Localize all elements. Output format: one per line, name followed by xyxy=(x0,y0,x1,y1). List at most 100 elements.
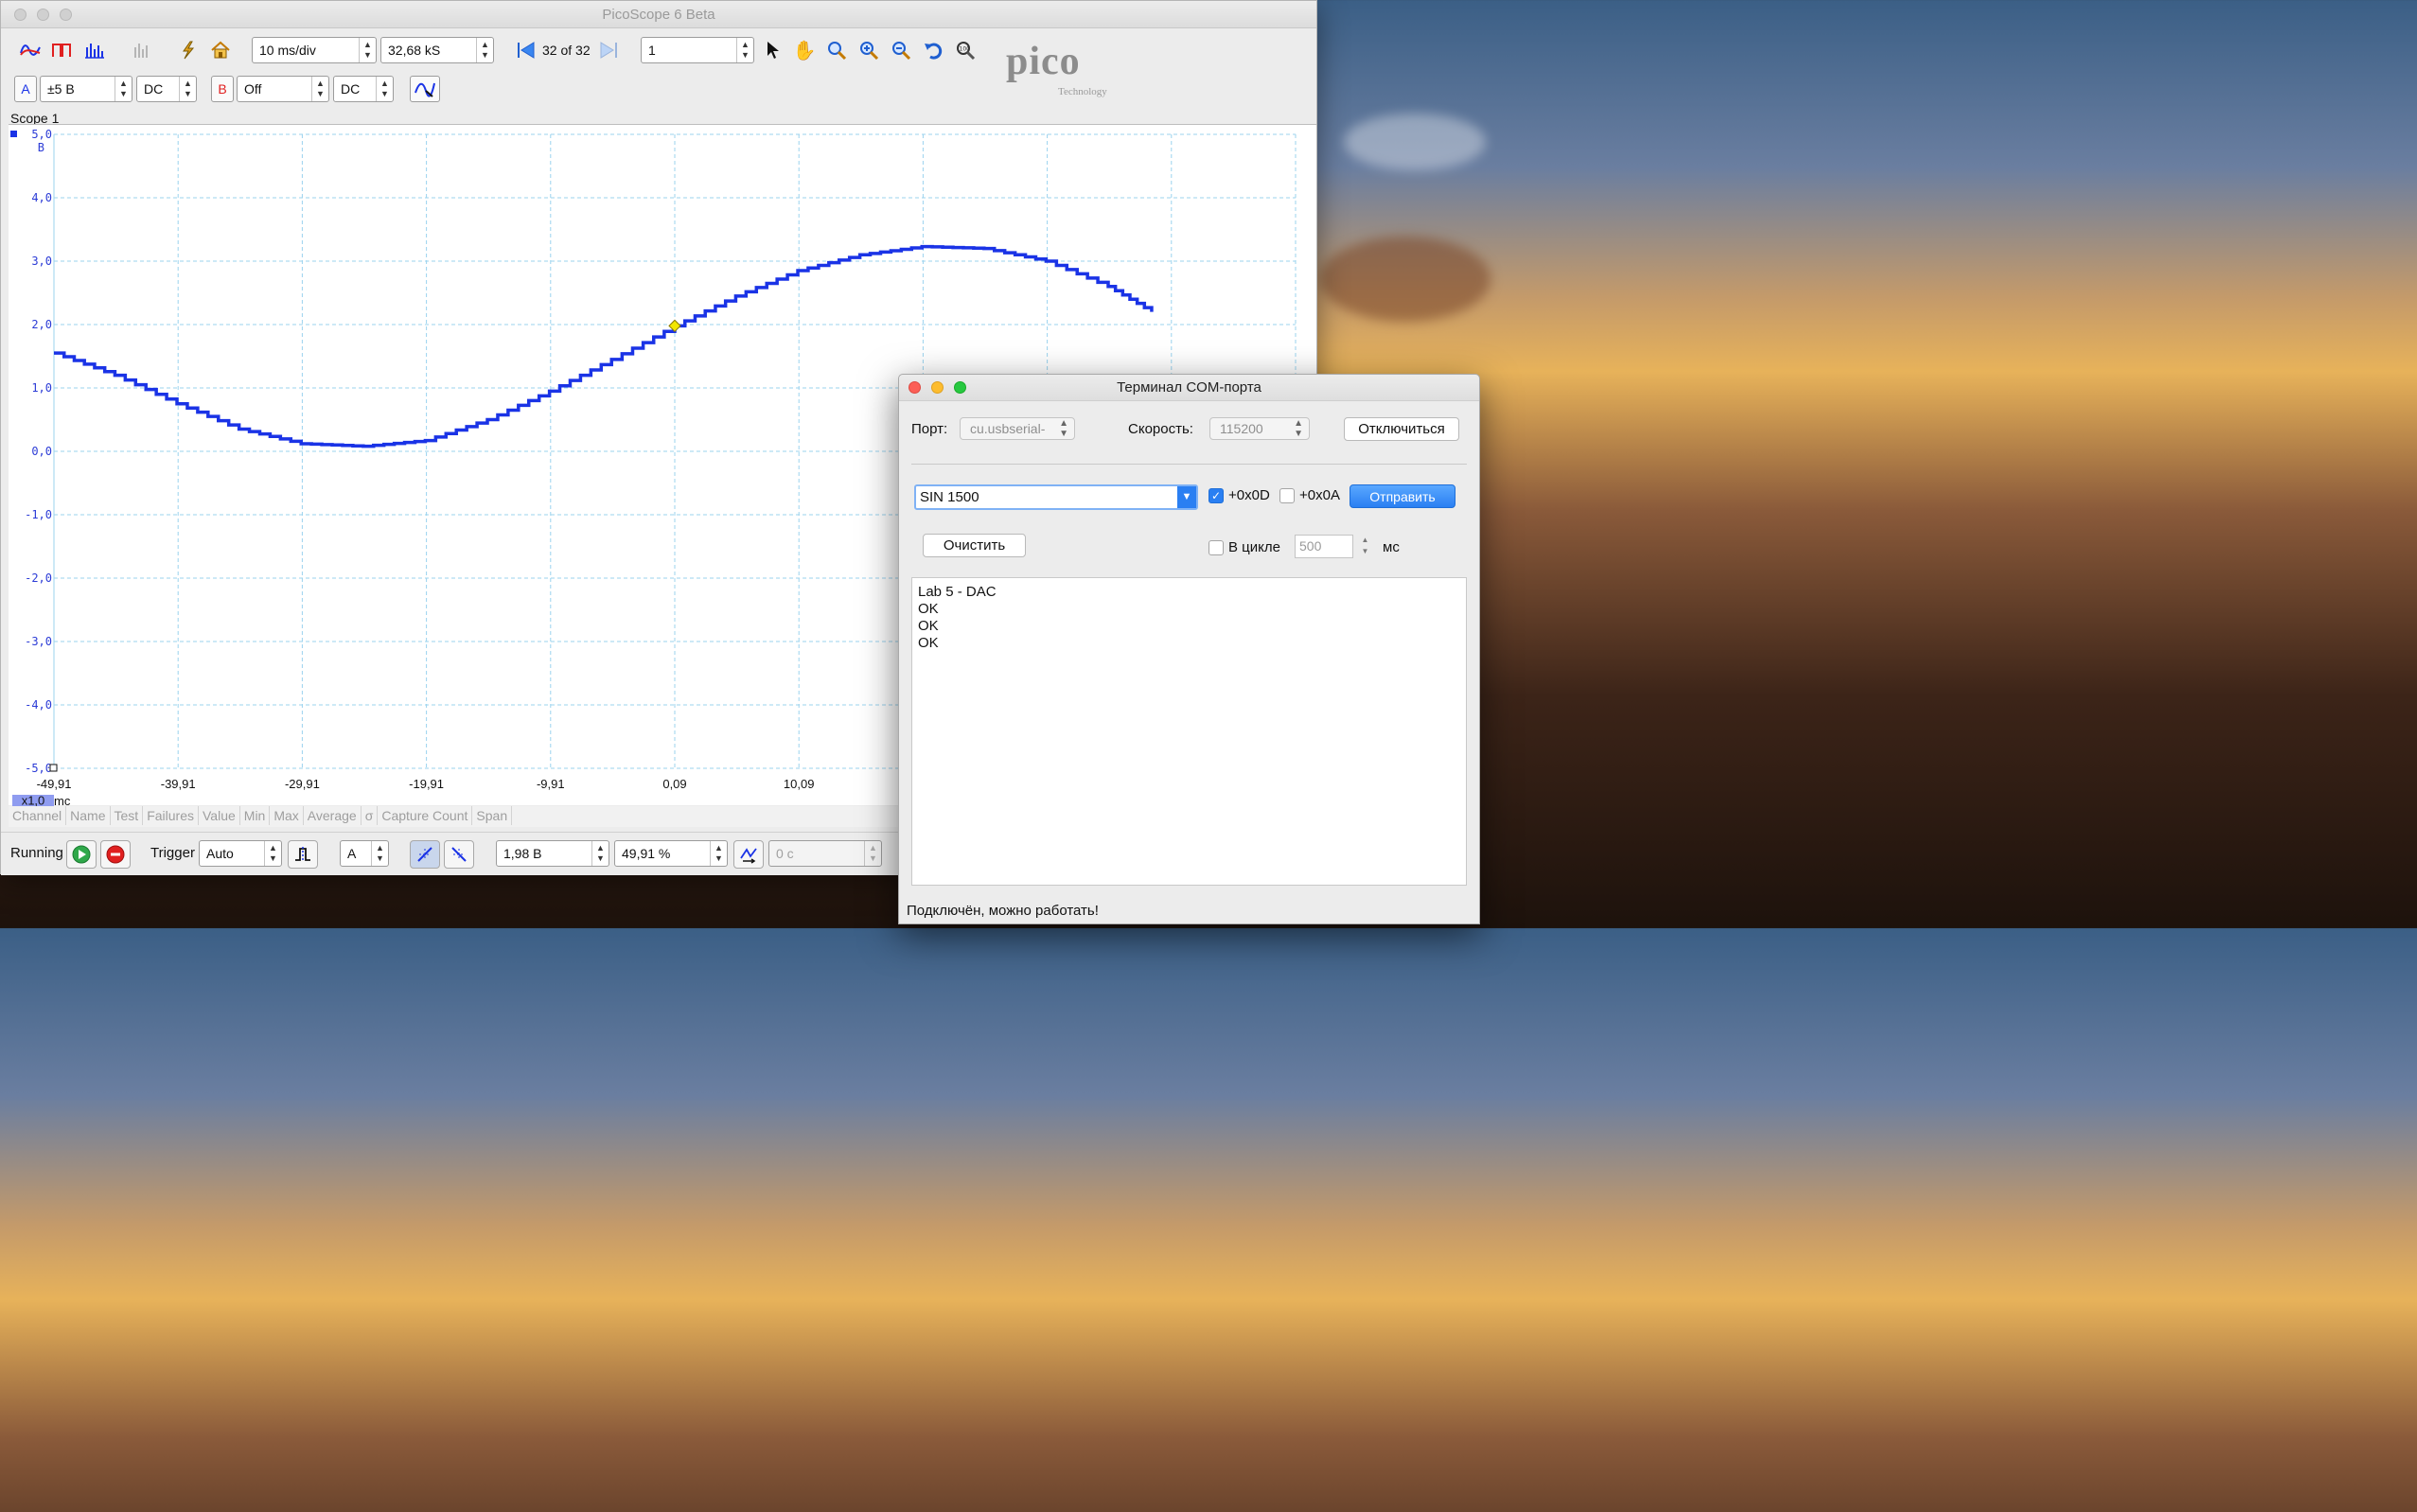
port-select[interactable]: cu.usbserial- ▲ ▼ xyxy=(960,417,1075,440)
trigger-source-select[interactable]: A ▲ ▼ xyxy=(340,840,389,867)
loop-interval-input[interactable]: 500 xyxy=(1295,535,1353,558)
command-input[interactable]: SIN 1500 xyxy=(920,489,979,505)
chevron-down-icon[interactable]: ▼ xyxy=(1177,486,1196,508)
channel-a-coupling-select[interactable]: DC ▲ ▼ xyxy=(136,76,197,102)
connection-status: Подключён, можно работать! xyxy=(907,903,1099,919)
zoom-fit-icon[interactable]: 100 xyxy=(953,38,978,62)
spinner-arrows-icon[interactable]: ▲ ▼ xyxy=(371,841,388,866)
spinner-arrows-icon[interactable]: ▲ ▼ xyxy=(591,841,609,866)
spinner-arrows-icon[interactable]: ▲ ▼ xyxy=(376,77,393,101)
measure-column-header[interactable]: Name xyxy=(66,806,111,825)
spinner-arrows-icon[interactable]: ▲ ▼ xyxy=(476,38,493,62)
advanced-trigger-button[interactable] xyxy=(288,840,318,869)
divider xyxy=(911,464,1467,465)
channel-b-coupling-select[interactable]: DC ▲ ▼ xyxy=(333,76,394,102)
spinner-arrows-icon[interactable]: ▲ ▼ xyxy=(311,77,328,101)
spinner-arrows-icon[interactable]: ▲ ▼ xyxy=(710,841,727,866)
channel-a-marker xyxy=(10,131,17,137)
port-value: cu.usbserial- xyxy=(970,421,1046,436)
spinner-arrows-icon[interactable]: ▲ ▼ xyxy=(864,841,881,866)
buffer-index-input[interactable]: 1 ▲ ▼ xyxy=(641,37,754,63)
channel-b-range-value: Off xyxy=(244,81,262,97)
rising-edge-button[interactable] xyxy=(410,840,440,869)
channel-b-button[interactable]: B xyxy=(211,76,234,102)
channel-a-coupling-value: DC xyxy=(144,81,164,97)
advanced-trigger-icon xyxy=(295,847,310,862)
measure-column-header[interactable]: Value xyxy=(199,806,240,825)
y-tick-label: 4,0 xyxy=(31,191,52,204)
zoom-in-icon[interactable] xyxy=(856,38,881,62)
speed-value: 115200 xyxy=(1220,421,1263,436)
falling-edge-button[interactable] xyxy=(444,840,474,869)
measure-column-header[interactable]: Failures xyxy=(143,806,199,825)
trigger-level-input[interactable]: 1,98 B ▲ ▼ xyxy=(496,840,609,867)
loop-unit-label: мс xyxy=(1383,539,1400,555)
hand-tool-icon[interactable]: ✋ xyxy=(792,38,817,62)
previous-buffer-icon[interactable] xyxy=(513,38,538,62)
command-combo[interactable]: SIN 1500 ▼ xyxy=(914,484,1198,510)
disconnect-button[interactable]: Отключиться xyxy=(1344,417,1459,441)
undo-zoom-icon[interactable] xyxy=(921,38,945,62)
stepper-icon[interactable]: ▲ ▼ xyxy=(1359,535,1371,558)
channel-a-range-select[interactable]: ±5 B ▲ ▼ xyxy=(40,76,132,102)
persistence-mode-icon[interactable] xyxy=(49,38,74,62)
math-channels-button[interactable] xyxy=(410,76,440,102)
terminal-output[interactable]: Lab 5 - DAC OK OK OK xyxy=(911,577,1467,886)
spinner-arrows-icon[interactable]: ▲ ▼ xyxy=(359,38,376,62)
ruler-handle[interactable] xyxy=(49,764,58,772)
spinner-arrows-icon[interactable]: ▲ ▼ xyxy=(179,77,196,101)
zoom-region-icon[interactable] xyxy=(824,38,849,62)
channel-a-label: A xyxy=(21,81,30,97)
measure-column-header[interactable]: Channel xyxy=(9,806,67,825)
spinner-arrows-icon[interactable]: ▲ ▼ xyxy=(736,38,753,62)
spectrum-mode-icon[interactable] xyxy=(82,38,107,62)
terminal-output-line: OK xyxy=(918,601,939,617)
channel-a-button[interactable]: A xyxy=(14,76,37,102)
loop-checkbox[interactable] xyxy=(1208,540,1224,555)
y-tick-label: -5,0 xyxy=(25,762,52,775)
zoom-out-icon[interactable] xyxy=(889,38,913,62)
stop-button[interactable] xyxy=(100,840,131,869)
scope-mode-icon[interactable] xyxy=(18,38,43,62)
x-zoom-label: x1,0 xyxy=(22,794,45,807)
channel-b-range-select[interactable]: Off ▲ ▼ xyxy=(237,76,329,102)
terminal-output-line: OK xyxy=(918,635,939,651)
buffer-navigation: 32 of 32 xyxy=(542,43,591,58)
channel-a-range-value: ±5 B xyxy=(47,81,75,97)
home-icon[interactable] xyxy=(208,38,233,62)
x-tick-label: -49,91 xyxy=(37,777,72,791)
start-button[interactable] xyxy=(66,840,97,869)
trigger-source-value: A xyxy=(347,846,357,861)
desktop-cloud xyxy=(1320,237,1491,322)
falling-edge-icon xyxy=(451,847,467,862)
measure-column-header[interactable]: Span xyxy=(472,806,513,825)
measure-column-header[interactable]: σ xyxy=(362,806,379,825)
post-trigger-delay-button[interactable] xyxy=(733,840,764,869)
trigger-mode-select[interactable]: Auto ▲ ▼ xyxy=(199,840,282,867)
measure-column-header[interactable]: Test xyxy=(111,806,144,825)
measure-column-header[interactable]: Capture Count xyxy=(378,806,473,825)
clear-button[interactable]: Очистить xyxy=(923,534,1026,557)
spinner-arrows-icon[interactable]: ▲ ▼ xyxy=(264,841,281,866)
y-tick-label: -2,0 xyxy=(25,571,52,585)
measure-column-header[interactable]: Max xyxy=(270,806,304,825)
pointer-tool-icon[interactable] xyxy=(761,38,785,62)
port-label: Порт: xyxy=(911,421,948,437)
probe-icon[interactable] xyxy=(175,38,200,62)
lf-checkbox[interactable] xyxy=(1279,488,1295,503)
timebase-select[interactable]: 10 ms/div ▲ ▼ xyxy=(252,37,377,63)
pretrigger-input[interactable]: 49,91 % ▲ ▼ xyxy=(614,840,728,867)
spinner-arrows-icon[interactable]: ▲ ▼ xyxy=(115,77,132,101)
samples-select[interactable]: 32,68 kS ▲ ▼ xyxy=(380,37,494,63)
next-buffer-icon[interactable] xyxy=(597,38,622,62)
y-unit-label: B xyxy=(38,141,44,154)
window-title: PicoScope 6 Beta xyxy=(602,7,715,23)
y-tick-label: -3,0 xyxy=(25,635,52,648)
y-tick-label: 0,0 xyxy=(31,445,52,458)
trigger-delay-input[interactable]: 0 c ▲ ▼ xyxy=(768,840,882,867)
measure-column-header[interactable]: Average xyxy=(304,806,362,825)
speed-select[interactable]: 115200 ▲ ▼ xyxy=(1209,417,1310,440)
send-button[interactable]: Отправить xyxy=(1350,484,1455,508)
measure-column-header[interactable]: Min xyxy=(240,806,271,825)
cr-checkbox[interactable]: ✓ xyxy=(1208,488,1224,503)
